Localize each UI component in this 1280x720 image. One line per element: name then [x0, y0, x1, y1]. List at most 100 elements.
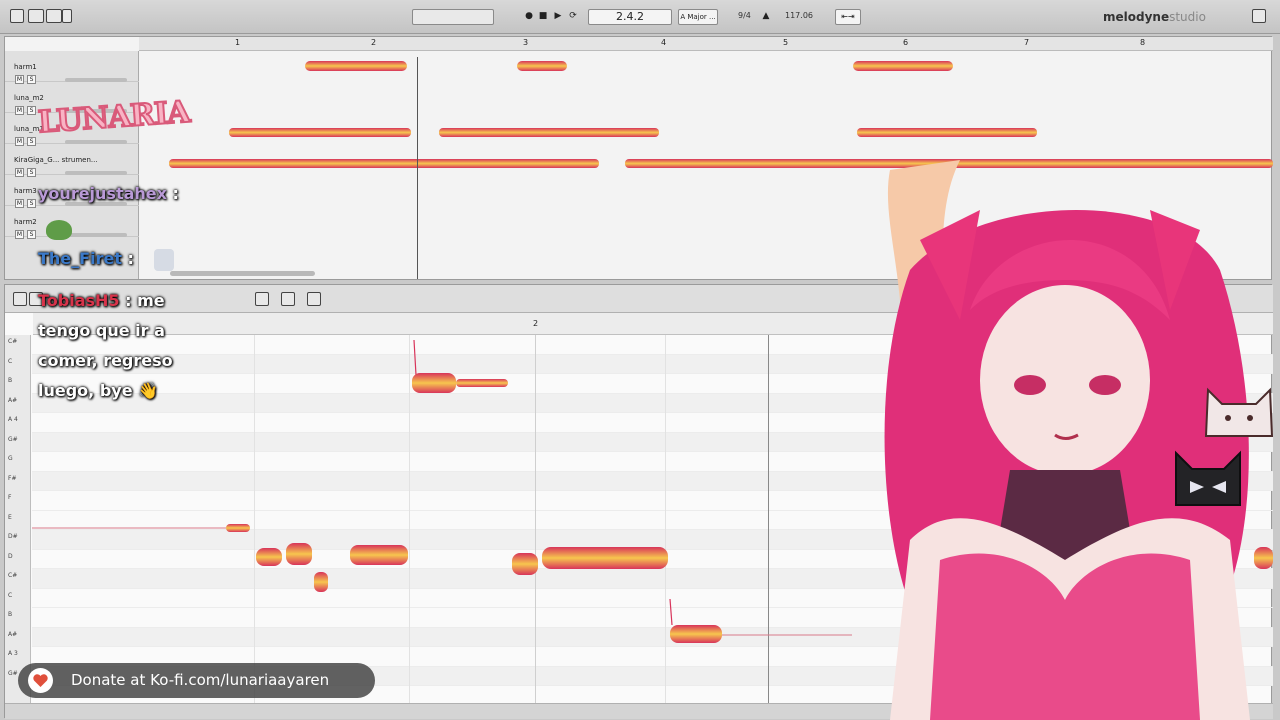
- note-blob: [670, 625, 722, 643]
- track-header[interactable]: harm2 M S: [5, 206, 139, 239]
- tempo-display[interactable]: 117.06: [785, 11, 813, 20]
- note-blob: [517, 61, 567, 71]
- pitch-label: G#: [8, 670, 18, 677]
- zoom-slider[interactable]: [412, 9, 494, 25]
- key-display[interactable]: A Major ...: [678, 9, 718, 25]
- list-icon[interactable]: [46, 9, 62, 23]
- track-list: harm1 M S luna_m2 M S luna_m1 M S KiraGi…: [5, 51, 139, 279]
- brand-name: melodyne: [1103, 10, 1170, 24]
- quantize-icon[interactable]: [307, 292, 321, 306]
- ruler-bar: 6: [903, 38, 909, 47]
- ruler-bar: 8: [1140, 38, 1146, 47]
- pitch-ruler[interactable]: C# C B A# A 4 G# G F# F E D# D C# C B A#…: [5, 335, 31, 703]
- solo-button[interactable]: S: [27, 230, 36, 239]
- chat-message: TobiasH5 : me tengo que ir a comer, regr…: [38, 286, 188, 406]
- avatar-eye-right: [1089, 375, 1121, 395]
- chat-username: The_Firet: [38, 249, 122, 268]
- kofi-icon: [28, 668, 53, 693]
- pepe-emote-icon: [46, 220, 72, 240]
- note-blob: [350, 545, 408, 565]
- ruler-bar: 2: [533, 319, 539, 328]
- ruler-bar: 4: [661, 38, 667, 47]
- track-header[interactable]: harm1 M S: [5, 51, 139, 84]
- note-blob: [286, 543, 312, 565]
- ruler-bar: 7: [1024, 38, 1030, 47]
- levels-icon[interactable]: [62, 9, 72, 23]
- panel-toggle-icon[interactable]: [1252, 9, 1266, 23]
- volume-fader[interactable]: [65, 233, 127, 237]
- pitch-label: C#: [8, 572, 18, 579]
- white-cat-emote-icon: [1204, 387, 1274, 437]
- ruler-bar: 2: [371, 38, 377, 47]
- main-toolbar: ● ■ ▶ ⟳ 2.4.2 A Major ... 9/4 ▲ 117.06 ⇤…: [0, 0, 1280, 34]
- app-brand: melodynestudio: [1103, 10, 1206, 24]
- avatar-face: [980, 285, 1150, 475]
- donate-banner[interactable]: Donate at Ko-fi.com/lunariaayaren: [18, 663, 375, 698]
- link-icon[interactable]: [13, 292, 27, 306]
- track-name: harm2: [14, 218, 37, 226]
- horizontal-scrollbar[interactable]: [170, 271, 315, 276]
- pitch-label: B: [8, 377, 13, 384]
- donate-text: Donate at Ko-fi.com/lunariaayaren: [71, 671, 330, 689]
- note-blob: [512, 553, 538, 575]
- pitch-label: A 4: [8, 416, 18, 423]
- pitch-label: B: [8, 611, 13, 618]
- time-signature[interactable]: 9/4: [738, 11, 751, 20]
- emote-icon: [154, 249, 174, 271]
- chat-message: The_Firet :: [38, 249, 208, 268]
- pitch-label: A#: [8, 397, 18, 404]
- play-icon[interactable]: ▶: [552, 10, 564, 22]
- tempo-tools-icon[interactable]: ⇤⇥: [835, 9, 861, 25]
- track-name: harm1: [14, 63, 37, 71]
- brand-suffix: studio: [1169, 10, 1206, 24]
- playhead[interactable]: [417, 57, 418, 279]
- ruler-bar: 5: [783, 38, 789, 47]
- note-blob: [256, 548, 282, 566]
- pitch-label: C#: [8, 338, 18, 345]
- mixer-icon[interactable]: [28, 9, 44, 23]
- track-name: KiraGiga_G... strumen...: [14, 156, 98, 164]
- sidebar-toggle-icon[interactable]: [10, 9, 24, 23]
- note-blob: [226, 524, 250, 532]
- snap-icon[interactable]: [255, 292, 269, 306]
- metronome-icon[interactable]: ▲: [760, 10, 772, 22]
- mute-button[interactable]: M: [15, 230, 24, 239]
- pitch-label: F: [8, 494, 12, 501]
- note-blob: [456, 379, 508, 387]
- track-name: harm3: [14, 187, 37, 195]
- note-blob: [314, 572, 328, 592]
- chat-separator: :: [172, 184, 179, 203]
- note-blob: [439, 128, 659, 137]
- pitch-label: G#: [8, 436, 18, 443]
- loop-icon[interactable]: ⟳: [567, 10, 579, 22]
- stop-icon[interactable]: ■: [537, 10, 549, 22]
- position-display[interactable]: 2.4.2: [588, 9, 672, 25]
- pitch-label: F#: [8, 475, 17, 482]
- note-blob: [412, 373, 456, 393]
- pitch-label: D: [8, 553, 13, 560]
- pitch-label: A#: [8, 631, 18, 638]
- track-name: luna_m2: [14, 94, 44, 102]
- ruler-bar: 1: [235, 38, 241, 47]
- note-blob: [169, 159, 599, 168]
- screen: ● ■ ▶ ⟳ 2.4.2 A Major ... 9/4 ▲ 117.06 ⇤…: [0, 0, 1280, 720]
- pitch-label: A 3: [8, 650, 18, 657]
- pitch-label: D#: [8, 533, 18, 540]
- chat-username: TobiasH5: [38, 291, 120, 310]
- ruler-bar: 3: [523, 38, 529, 47]
- chat-separator: :: [125, 291, 132, 310]
- pitch-label: C: [8, 358, 13, 365]
- note-blob: [853, 61, 953, 71]
- avatar-eye-left: [1014, 375, 1046, 395]
- note-blob: [305, 61, 407, 71]
- chat-message: yourejustahex :: [38, 184, 208, 203]
- note-blob: [542, 547, 668, 569]
- note-blob: [229, 128, 411, 137]
- black-cat-emote-icon: [1175, 450, 1241, 506]
- record-icon[interactable]: ●: [523, 10, 535, 22]
- track-header[interactable]: KiraGiga_G... strumen... M S: [5, 144, 139, 177]
- arrangement-ruler[interactable]: 1 2 3 4 5 6 7 8: [139, 37, 1273, 51]
- pitch-label: C: [8, 592, 13, 599]
- grid-icon[interactable]: [281, 292, 295, 306]
- pitch-label: E: [8, 514, 12, 521]
